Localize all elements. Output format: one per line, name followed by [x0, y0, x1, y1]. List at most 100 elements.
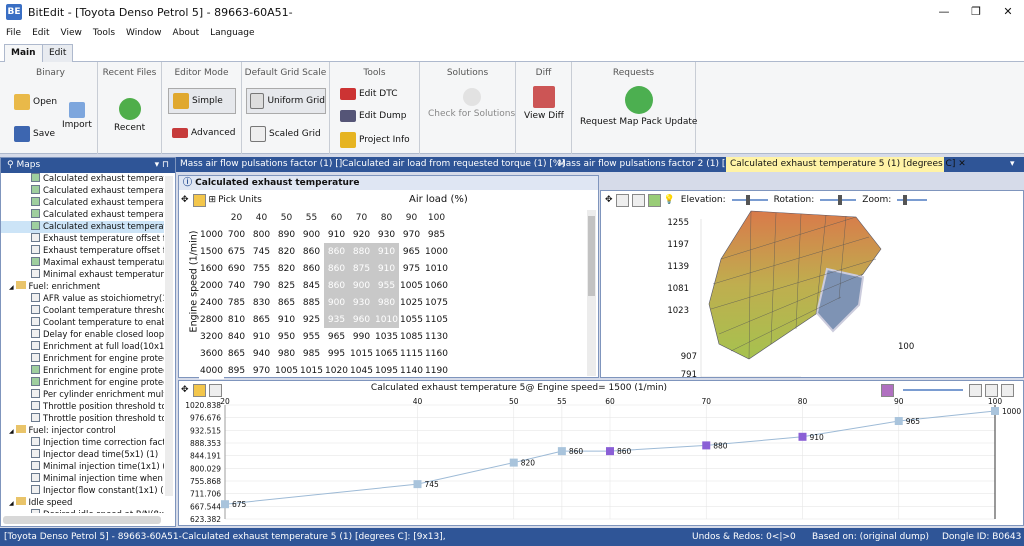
grid-cell[interactable]: 900: [349, 277, 374, 294]
scaled-grid-button[interactable]: Scaled Grid: [250, 126, 321, 142]
grid-scrollbar[interactable]: [587, 210, 596, 376]
data-point[interactable]: [509, 458, 518, 467]
grid-cell[interactable]: 860: [324, 277, 349, 294]
smooth-icon[interactable]: [881, 383, 894, 397]
grid-cell[interactable]: 740: [224, 277, 249, 294]
grid-cell[interactable]: 910: [274, 311, 299, 328]
grid-cell[interactable]: 940: [249, 345, 274, 362]
chart-plot[interactable]: 1020.838 976.676 932.515 888.353 844.191 800.…: [179, 397, 1023, 525]
project-info-button[interactable]: Project Info: [340, 132, 410, 148]
grid-cell[interactable]: 980: [274, 345, 299, 362]
menu-view[interactable]: View: [61, 28, 82, 38]
bulb-icon[interactable]: 💡: [664, 195, 675, 205]
tree-item[interactable]: Per cylinder enrichment multi: [1, 389, 164, 401]
grid-cell[interactable]: 1035: [374, 328, 399, 345]
save-button[interactable]: Save: [14, 126, 55, 142]
tree-item[interactable]: Enrichment for engine protect: [1, 377, 164, 389]
menu-language[interactable]: Language: [210, 28, 254, 38]
grid-cell[interactable]: 675: [224, 243, 249, 260]
grid-cell[interactable]: 755: [249, 260, 274, 277]
surface-icon[interactable]: [647, 193, 661, 207]
tree-item[interactable]: Calculated exhaust temperatu: [1, 197, 164, 209]
grid-cell[interactable]: 1000: [424, 243, 449, 260]
grid-cell[interactable]: 885: [299, 294, 324, 311]
tree-item[interactable]: Delay for enable closed loop(: [1, 329, 164, 341]
move-icon[interactable]: ✥: [605, 195, 613, 205]
move-icon[interactable]: ✥: [181, 195, 189, 205]
tab-list-icon[interactable]: ▾: [1010, 157, 1015, 172]
grid-cell[interactable]: 845: [299, 277, 324, 294]
tree-item[interactable]: Exhaust temperature offset fo: [1, 233, 164, 245]
grid-cell[interactable]: 930: [374, 226, 399, 243]
grid-cell[interactable]: 935: [324, 311, 349, 328]
tree-item[interactable]: Throttle position threshold to: [1, 413, 164, 425]
grid-cell[interactable]: 890: [274, 226, 299, 243]
tree-item[interactable]: Throttle position threshold to: [1, 401, 164, 413]
point-mode-icon[interactable]: [1001, 383, 1014, 397]
grid-cell[interactable]: 865: [274, 294, 299, 311]
tree-item[interactable]: Calculated exhaust temperatu: [1, 209, 164, 221]
grid-cell[interactable]: 1075: [424, 294, 449, 311]
vertical-scrollbar[interactable]: [165, 176, 173, 496]
grid-cell[interactable]: 925: [299, 311, 324, 328]
grid-cell[interactable]: 1160: [424, 345, 449, 362]
open-button[interactable]: Open: [14, 94, 57, 110]
grid-cell[interactable]: 860: [299, 243, 324, 260]
request-map-pack-button[interactable]: Request Map Pack Update: [580, 86, 697, 127]
grid-cell[interactable]: 950: [274, 328, 299, 345]
grid-cell[interactable]: 955: [299, 328, 324, 345]
rotation-slider[interactable]: [820, 195, 857, 205]
grid-cell[interactable]: 980: [374, 294, 399, 311]
tree-item[interactable]: Minimal injection time(1x1) (1: [1, 461, 164, 473]
grid-cell[interactable]: 985: [299, 345, 324, 362]
menu-tools[interactable]: Tools: [93, 28, 115, 38]
grid-cell[interactable]: 1045: [349, 362, 374, 379]
tree-item[interactable]: Calculated exhaust temperatu: [1, 185, 164, 197]
tree-item[interactable]: Enrichment at full load(10x1): [1, 341, 164, 353]
tree-item[interactable]: Injection time correction facto: [1, 437, 164, 449]
tree-folder[interactable]: ◢ Fuel: enrichment: [1, 281, 164, 293]
grid-cell[interactable]: 820: [274, 243, 299, 260]
grid-cell[interactable]: 970: [399, 226, 424, 243]
grid-cell[interactable]: 1015: [349, 345, 374, 362]
tab-edit[interactable]: Edit: [42, 44, 74, 62]
grid-cell[interactable]: 960: [349, 311, 374, 328]
grid-cell[interactable]: 875: [349, 260, 374, 277]
tree-item[interactable]: Injector flow constant(1x1) (1): [1, 485, 164, 497]
grid-cell[interactable]: 865: [249, 311, 274, 328]
grid-cell[interactable]: 910: [324, 226, 349, 243]
pick-units-button[interactable]: Pick Units: [218, 195, 262, 205]
grid-cell[interactable]: 1010: [424, 260, 449, 277]
tree-item[interactable]: Calculated exhaust temperatu: [1, 221, 164, 233]
grid-cell[interactable]: 1020: [324, 362, 349, 379]
grid-cell[interactable]: 785: [224, 294, 249, 311]
grid-cell[interactable]: 1095: [374, 362, 399, 379]
menu-window[interactable]: Window: [126, 28, 162, 38]
surface-plot[interactable]: 1255 1197 1139 1081 1023 907 791 100: [601, 209, 1023, 377]
tree-item[interactable]: Coolant temperature threshol: [1, 305, 164, 317]
grid-cell[interactable]: 830: [249, 294, 274, 311]
advanced-mode-button[interactable]: Advanced: [172, 128, 235, 138]
grid-cell[interactable]: 1115: [399, 345, 424, 362]
doc-tab-exhaust-temp-5[interactable]: Calculated exhaust temperature 5 (1) [de…: [726, 157, 966, 172]
close-tab-icon[interactable]: ✕: [958, 159, 966, 169]
grid-cell[interactable]: 1055: [399, 311, 424, 328]
tree-item[interactable]: Minimal exhaust temperature: [1, 269, 164, 281]
grid-cell[interactable]: 1010: [374, 311, 399, 328]
import-button[interactable]: Import: [62, 102, 92, 130]
uniform-grid-button[interactable]: Uniform Grid: [246, 88, 326, 114]
grid-cell[interactable]: 1190: [424, 362, 449, 379]
grid-cell[interactable]: 955: [374, 277, 399, 294]
grid-cell[interactable]: 910: [374, 243, 399, 260]
edit-dump-button[interactable]: Edit Dump: [340, 110, 406, 122]
grid-cell[interactable]: 1105: [424, 311, 449, 328]
grid-cell[interactable]: 880: [349, 243, 374, 260]
horizontal-scrollbar[interactable]: [3, 516, 161, 524]
grid-cell[interactable]: 965: [324, 328, 349, 345]
grid-cell[interactable]: 700: [224, 226, 249, 243]
tab-main[interactable]: Main: [4, 44, 43, 62]
grid-cell[interactable]: 900: [324, 294, 349, 311]
grid-cell[interactable]: 860: [324, 260, 349, 277]
tree-item[interactable]: AFR value as stoichiometry(1x: [1, 293, 164, 305]
grid-cell[interactable]: 970: [249, 362, 274, 379]
